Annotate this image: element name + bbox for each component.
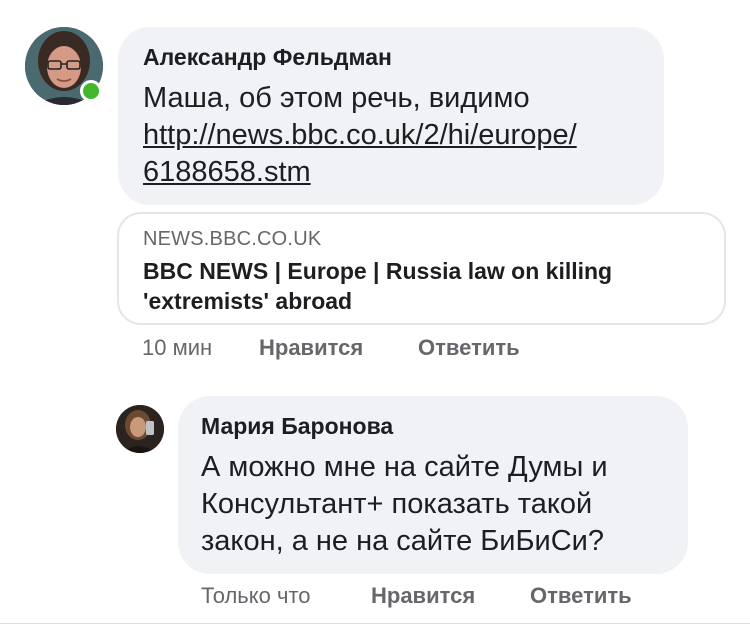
like-button[interactable]: Нравится: [259, 335, 363, 361]
reply-button[interactable]: Ответить: [530, 583, 632, 609]
reply-button[interactable]: Ответить: [418, 335, 520, 361]
link-preview-card[interactable]: NEWS.BBC.CO.UK BBC NEWS | Europe | Russi…: [117, 212, 726, 325]
comment-link-part-2[interactable]: 6188658.stm: [143, 156, 311, 188]
reply-button-label[interactable]: Ответить: [418, 335, 520, 360]
comment-text-line: Маша, об этом речь, видимо: [143, 82, 530, 114]
comment-timestamp: 10 мин: [142, 335, 213, 360]
comment-text: Маша, об этом речь, видимо http://news.b…: [143, 80, 577, 191]
like-button[interactable]: Нравится: [371, 583, 475, 609]
comment-author[interactable]: Александр Фельдман: [143, 44, 392, 71]
online-status-indicator: [80, 80, 102, 102]
comment-text: А можно мне на сайте Думы и Консультант+…: [201, 451, 608, 557]
divider: [0, 623, 750, 624]
reply-button-label[interactable]: Ответить: [530, 583, 632, 608]
link-preview-domain: NEWS.BBC.CO.UK: [143, 228, 322, 250]
comment-timestamp: Только что: [201, 583, 311, 608]
avatar-photo: [116, 405, 164, 453]
like-button-label[interactable]: Нравится: [371, 583, 475, 608]
link-preview-title: BBC NEWS | Europe | Russia law on killin…: [143, 258, 613, 314]
like-button-label[interactable]: Нравится: [259, 335, 363, 360]
comment-link-part-1[interactable]: http://news.bbc.co.uk/2/hi/europe/: [143, 119, 577, 151]
comment-author[interactable]: Мария Баронова: [201, 413, 393, 440]
comment-link[interactable]: http://news.bbc.co.uk/2/hi/europe/ 61886…: [143, 117, 577, 191]
avatar[interactable]: [116, 405, 164, 453]
